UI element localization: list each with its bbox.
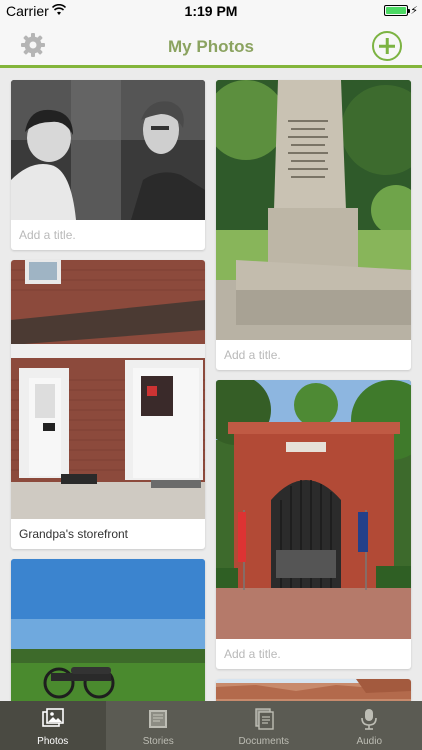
tab-documents[interactable]: Documents [211, 701, 317, 750]
page-title: My Photos [168, 37, 254, 56]
photo-canyon-image [216, 679, 411, 701]
photo-card[interactable]: Add a title. [11, 80, 205, 250]
status-bar: Carrier 1:19 PM ⚡ [0, 0, 422, 22]
photo-card[interactable] [11, 559, 205, 701]
tab-label: Photos [37, 736, 69, 747]
photo-card[interactable]: Add a title. [216, 80, 411, 370]
photo-storefront-image [11, 260, 205, 519]
documents-icon [255, 708, 274, 730]
photo-caption[interactable]: Add a title. [216, 639, 411, 669]
photo-grid[interactable]: Add a title. Add a title. Grandpa's stor… [0, 71, 422, 701]
photo-brick-gate-image [216, 380, 411, 639]
tab-audio[interactable]: Audio [317, 701, 422, 750]
tab-label: Audio [356, 736, 383, 747]
photo-card[interactable]: Grandpa's storefront [11, 260, 205, 549]
navigation-bar: My Photos [0, 22, 422, 68]
photo-cannon-field-image [11, 559, 205, 701]
tab-label: Documents [238, 736, 290, 747]
charging-icon: ⚡ [410, 5, 418, 17]
tab-stories[interactable]: Stories [106, 701, 212, 750]
audio-icon [361, 709, 378, 730]
tab-label: Stories [142, 736, 174, 747]
photo-caption[interactable]: Grandpa's storefront [11, 519, 205, 549]
battery-icon [384, 5, 410, 16]
stories-icon [149, 710, 168, 728]
photo-caption[interactable]: Add a title. [11, 220, 205, 250]
photo-card[interactable] [216, 679, 411, 701]
photo-monument-image [216, 80, 411, 340]
clock: 1:19 PM [184, 3, 238, 19]
photos-icon [41, 708, 64, 727]
tab-bar: Photos Stories Documents Audio [0, 701, 422, 750]
add-photo-button[interactable] [372, 31, 402, 61]
photo-couple-image [11, 80, 205, 220]
tab-photos[interactable]: Photos [0, 701, 106, 750]
photo-card[interactable]: Add a title. [216, 380, 411, 669]
photo-caption[interactable]: Add a title. [216, 340, 411, 370]
